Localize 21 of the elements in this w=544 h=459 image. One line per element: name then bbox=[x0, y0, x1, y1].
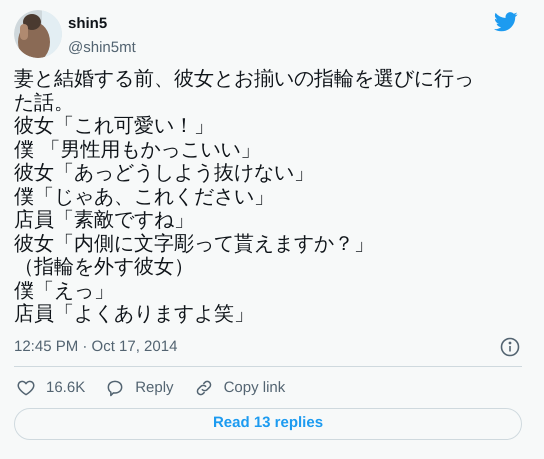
like-action[interactable]: 16.6K bbox=[16, 377, 86, 400]
tweet-text-line: 店員「素敵ですね」 bbox=[14, 208, 195, 232]
tweet-text-line: 僕「じゃあ、これください」 bbox=[14, 184, 275, 208]
tweet-text-line: 彼女「内側に文字彫って貰えますか？」 bbox=[14, 232, 375, 255]
info-icon[interactable] bbox=[500, 336, 520, 357]
tweet-text-line: 彼女「これ可愛い！」 bbox=[14, 114, 215, 138]
tweet-text-line: 店員「よくありますよ笑」 bbox=[14, 302, 255, 326]
reply-action[interactable]: Reply bbox=[105, 377, 174, 400]
heart-icon bbox=[16, 378, 36, 398]
author-handle: @shin5mt bbox=[68, 38, 136, 58]
tweet-text-line: 僕「えっ」 bbox=[14, 278, 115, 302]
author-name: shin5 bbox=[68, 14, 108, 34]
link-action[interactable]: Copy link bbox=[194, 377, 286, 400]
bird-logo-icon[interactable] bbox=[494, 12, 518, 32]
tweet-text-line: （指輪を外す彼女） bbox=[14, 255, 195, 278]
tweet-text-line: 僕 「男性用もかっこいい」 bbox=[14, 138, 262, 161]
tweet-text-line: 妻と結婚する前、彼女とお揃いの指輪を選びに行った話。 bbox=[14, 67, 475, 114]
link-icon bbox=[194, 378, 214, 398]
speech-bubble-icon bbox=[105, 378, 126, 398]
tweet-text-line: 彼女「あっどうしよう抜けない」 bbox=[14, 161, 315, 184]
tweet-timestamp[interactable]: 12:45 PM · Oct 17, 2014 bbox=[14, 336, 178, 358]
